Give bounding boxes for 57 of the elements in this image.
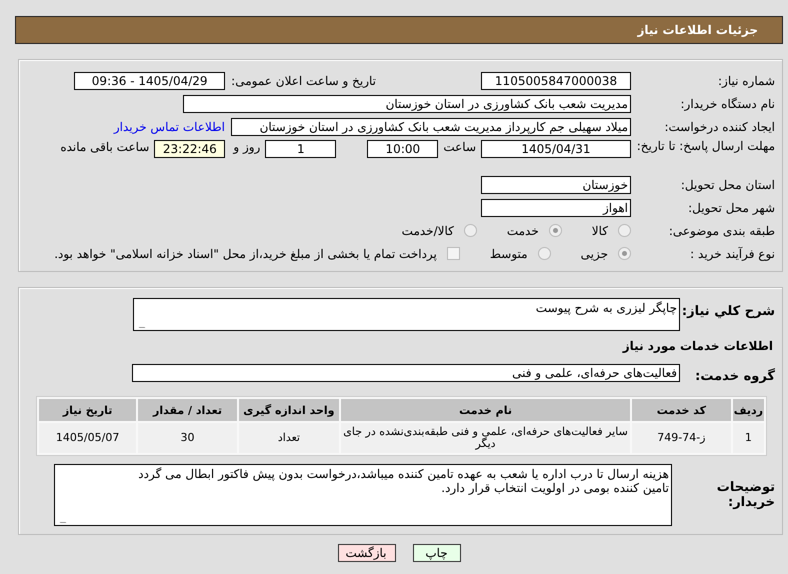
column-header: ردیف: [732, 399, 764, 421]
column-header: تاریخ نیاز: [39, 399, 136, 421]
column-header: کد خدمت: [632, 399, 731, 421]
print-button[interactable]: چاپ: [412, 544, 460, 562]
field-label: ایجاد کننده درخواست:: [663, 120, 775, 134]
table-cell: 1405/05/07: [39, 423, 136, 453]
field-label: شماره نیاز:: [717, 74, 775, 88]
radio-button[interactable]: [464, 224, 477, 237]
section-title: اطلاعات خدمات مورد نیاز: [621, 338, 773, 355]
field-label: نام دستگاه خریدار:: [680, 96, 775, 110]
service-group-field: فعالیت‌های حرفه‌ای، علمی و فنی: [132, 364, 680, 382]
field-label: شهر محل تحویل:: [687, 200, 775, 214]
option-label: کالا: [592, 224, 608, 238]
table-cell: 1: [732, 423, 764, 453]
field-label: نوع فرآیند خرید :: [689, 246, 775, 260]
back-button[interactable]: بازگشت: [338, 544, 396, 562]
notes-field[interactable]: هزینه ارسال تا درب اداره یا شعب به عهده تامین کننده میباشد،درخواست بدون پیش فاکتور ابطال می گردد تامین کننده بومی در اولویت انتخاب قرار دارد.: [54, 464, 672, 526]
table-cell: 30: [138, 423, 237, 453]
page-title: جزئیات اطلاعات نیاز: [637, 23, 758, 37]
option-label: کالا/خدمت: [402, 224, 454, 238]
field-label: ساعت: [443, 140, 476, 154]
field-label: روز و: [233, 140, 260, 154]
province-field: خوزستان: [481, 176, 631, 194]
field-label: طبقه بندی موضوعی:: [668, 224, 775, 238]
countdown-field: 23:22:46: [154, 140, 226, 158]
option-label: خدمت: [506, 224, 539, 238]
announce-date-field: 1405/04/29 - 09:36: [74, 72, 226, 90]
table-cell: ز-74-749: [632, 423, 731, 453]
description-field[interactable]: چاپگر لیزری به شرح پیوست: [133, 298, 680, 331]
buyer-field: مدیریت شعب بانک کشاورزی در استان خوزستان: [183, 94, 631, 112]
field-label: گروه خدمت:: [694, 367, 775, 384]
column-header: واحد اندازه گیری: [238, 399, 340, 421]
option-label: متوسط: [490, 246, 528, 260]
days-field: 1: [265, 140, 336, 158]
city-field: اهواز: [481, 198, 631, 216]
radio-button[interactable]: [548, 224, 562, 237]
checkbox[interactable]: [446, 247, 460, 260]
radio-button[interactable]: [618, 224, 631, 237]
option-label: پرداخت تمام یا بخشی از مبلغ خرید،از محل "اسناد خزانه اسلامی" خواهد بود.: [54, 246, 437, 260]
radio-button[interactable]: [618, 247, 631, 260]
column-header: تعداد / مقدار: [138, 399, 237, 421]
field-label: شرح کلي نياز:: [680, 303, 775, 319]
field-label: تاریخ و ساعت اعلان عمومی:: [231, 74, 376, 88]
requester-field: میلاد سهیلی جم کارپرداز مدیریت شعب بانک کشاورزی در استان خوزستان: [231, 118, 631, 136]
table-cell: تعداد: [238, 423, 340, 453]
column-header: نام خدمت: [341, 399, 630, 421]
contact-link[interactable]: اطلاعات تماس خریدار: [114, 120, 225, 134]
field-label: مهلت ارسال پاسخ: تا تاریخ:: [636, 140, 775, 153]
field-label: ساعت باقی مانده: [60, 140, 150, 154]
radio-button[interactable]: [538, 247, 551, 260]
table-cell: سایر فعالیت‌های حرفه‌ای، علمی و فنی طبقه‌بندی‌نشده در جای دیگر: [341, 423, 630, 453]
field-label: توضیحات خریدار:: [716, 480, 775, 510]
field-label: استان محل تحویل:: [680, 178, 775, 192]
date-field: 1405/04/31: [481, 140, 631, 158]
option-label: جزیی: [580, 246, 608, 260]
time-field: 10:00: [367, 140, 438, 158]
need-number-field: 1105005847000038: [481, 72, 631, 90]
